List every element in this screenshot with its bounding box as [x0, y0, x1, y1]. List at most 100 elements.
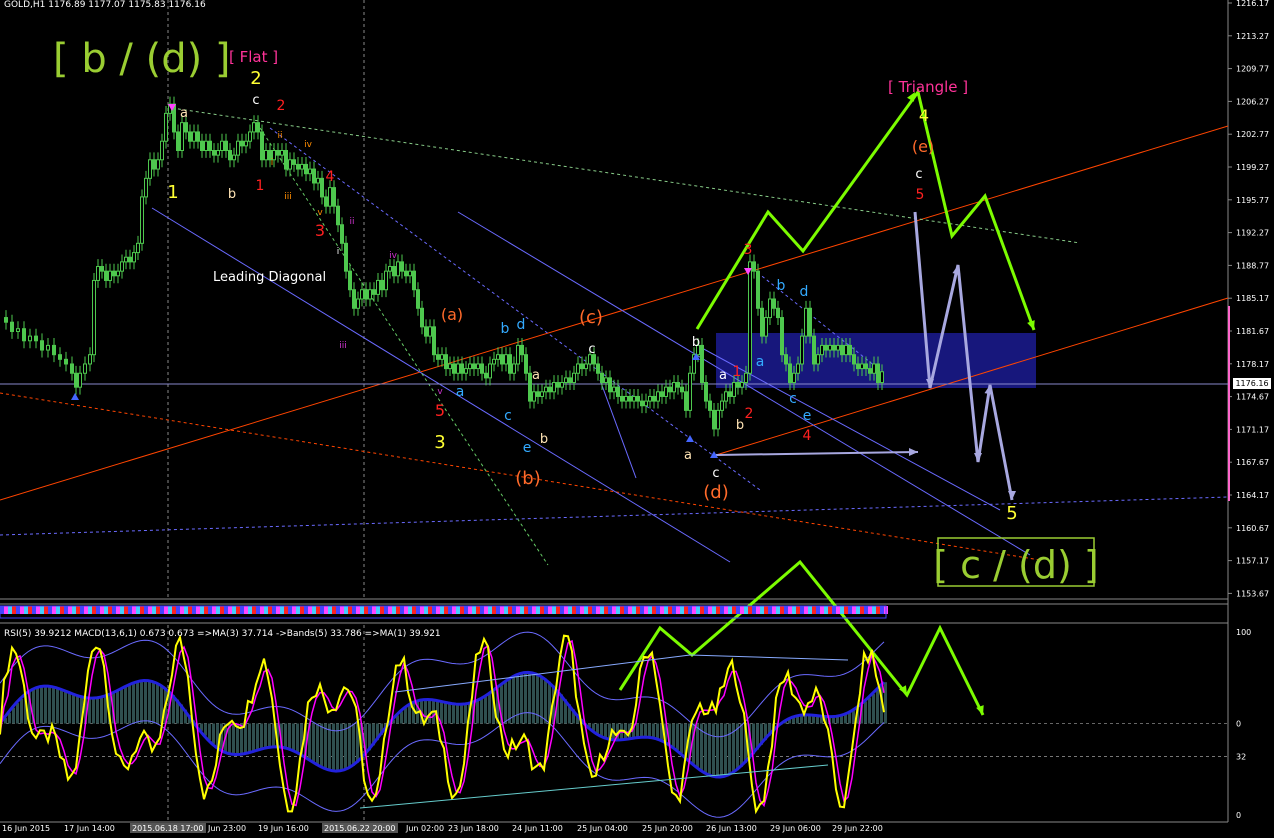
wave-label: 5: [1006, 503, 1017, 524]
strip-bar: [820, 606, 824, 614]
candle-body: [652, 395, 656, 402]
macd-hist-bar: [144, 680, 147, 724]
candle-body: [480, 363, 484, 374]
blue-dotted-line: [0, 496, 1229, 536]
macd-hist-bar: [288, 723, 291, 749]
candle-body: [244, 140, 248, 147]
strip-bar: [768, 606, 772, 614]
wave-label: d: [800, 284, 809, 300]
candle-body: [540, 391, 544, 397]
candle-body: [880, 371, 884, 384]
wave-label: 4: [803, 428, 812, 444]
macd-hist-bar: [716, 723, 719, 777]
macd-hist-bar: [148, 680, 151, 724]
macd-hist-bar: [100, 697, 103, 724]
macd-hist-bar: [640, 723, 643, 738]
candle-body: [252, 122, 256, 133]
candle-body: [500, 354, 504, 365]
candle-body: [392, 266, 396, 277]
wave-label: 4: [326, 169, 335, 185]
candle-body: [188, 131, 192, 142]
strip-bar: [736, 606, 740, 614]
triangle-label: [ Triangle ]: [888, 78, 968, 96]
wave-label: iv: [389, 251, 398, 261]
strip-bar: [440, 606, 444, 614]
strip-bar: [464, 606, 468, 614]
macd-hist-bar: [520, 673, 523, 724]
strip-bar: [616, 606, 620, 614]
strip-bar: [564, 606, 568, 614]
price-tick-label: 1167.67: [1236, 458, 1269, 467]
strip-bar: [384, 606, 388, 614]
candle-body: [200, 140, 204, 151]
strip-bar: [128, 606, 132, 614]
wave-label: a: [719, 368, 727, 383]
candle-body: [744, 372, 748, 384]
strip-bar: [676, 606, 680, 614]
strip-bar: [24, 606, 28, 614]
time-tick-label: 23 Jun 18:00: [448, 824, 499, 833]
candle-body: [136, 242, 140, 254]
big-label-bottom: [ c / (d) ]: [933, 543, 1098, 587]
candle-body: [788, 363, 792, 384]
macd-hist-bar: [452, 703, 455, 724]
candle-body: [680, 386, 684, 393]
candle-body: [64, 358, 68, 365]
strip-bar: [848, 606, 852, 614]
strip-bar: [84, 606, 88, 614]
strip-bar: [116, 606, 120, 614]
macd-hist-bar: [720, 723, 723, 777]
candle-body: [256, 122, 260, 133]
macd-hist-bar: [316, 723, 319, 765]
macd-hist-bar: [448, 702, 451, 724]
candle-body: [476, 363, 480, 370]
macd-hist-bar: [704, 723, 707, 773]
wave-label: e: [803, 408, 812, 424]
strip-bar: [692, 606, 696, 614]
strip-bar: [700, 606, 704, 614]
candle-body: [384, 270, 388, 291]
strip-bar: [296, 606, 300, 614]
strip-bar: [484, 606, 488, 614]
candle-body: [536, 391, 540, 397]
strip-bar: [64, 606, 68, 614]
price-tick-label: 1216.17: [1236, 0, 1269, 8]
strip-bar: [840, 606, 844, 614]
strip-bar: [488, 606, 492, 614]
wave-label: c: [588, 342, 595, 357]
flat-label: [ Flat ]: [229, 48, 278, 66]
strip-bar: [92, 606, 96, 614]
strip-bar: [400, 606, 404, 614]
macd-hist-bar: [672, 723, 675, 747]
candle-body: [352, 289, 356, 309]
wave-label: 2: [745, 406, 754, 422]
strip-bar: [76, 606, 80, 614]
candle-body: [192, 131, 196, 142]
strip-bar: [740, 606, 744, 614]
strip-bar: [572, 606, 576, 614]
candle-body: [848, 344, 852, 356]
candle-body: [820, 344, 824, 356]
candle-body: [520, 344, 524, 356]
candle-body: [368, 289, 372, 300]
candle-body: [484, 372, 488, 379]
macd-hist-bar: [872, 693, 875, 724]
macd-hist-bar: [20, 698, 23, 724]
strip-bar: [244, 606, 248, 614]
candle-body: [584, 363, 588, 370]
wave-label: 1: [733, 364, 742, 380]
strip-bar: [100, 606, 104, 614]
wave-label: b: [777, 278, 786, 294]
macd-hist-bar: [636, 723, 639, 738]
strip-bar: [80, 606, 84, 614]
strip-bar: [704, 606, 708, 614]
candle-body: [28, 335, 32, 342]
strip-bar: [712, 606, 716, 614]
strip-bar: [528, 606, 532, 614]
candle-body: [628, 395, 632, 402]
macd-hist-bar: [536, 674, 539, 724]
candle-body: [58, 354, 62, 360]
candle-body: [4, 317, 8, 323]
candle-body: [608, 377, 612, 393]
wave-label: b: [736, 418, 744, 433]
